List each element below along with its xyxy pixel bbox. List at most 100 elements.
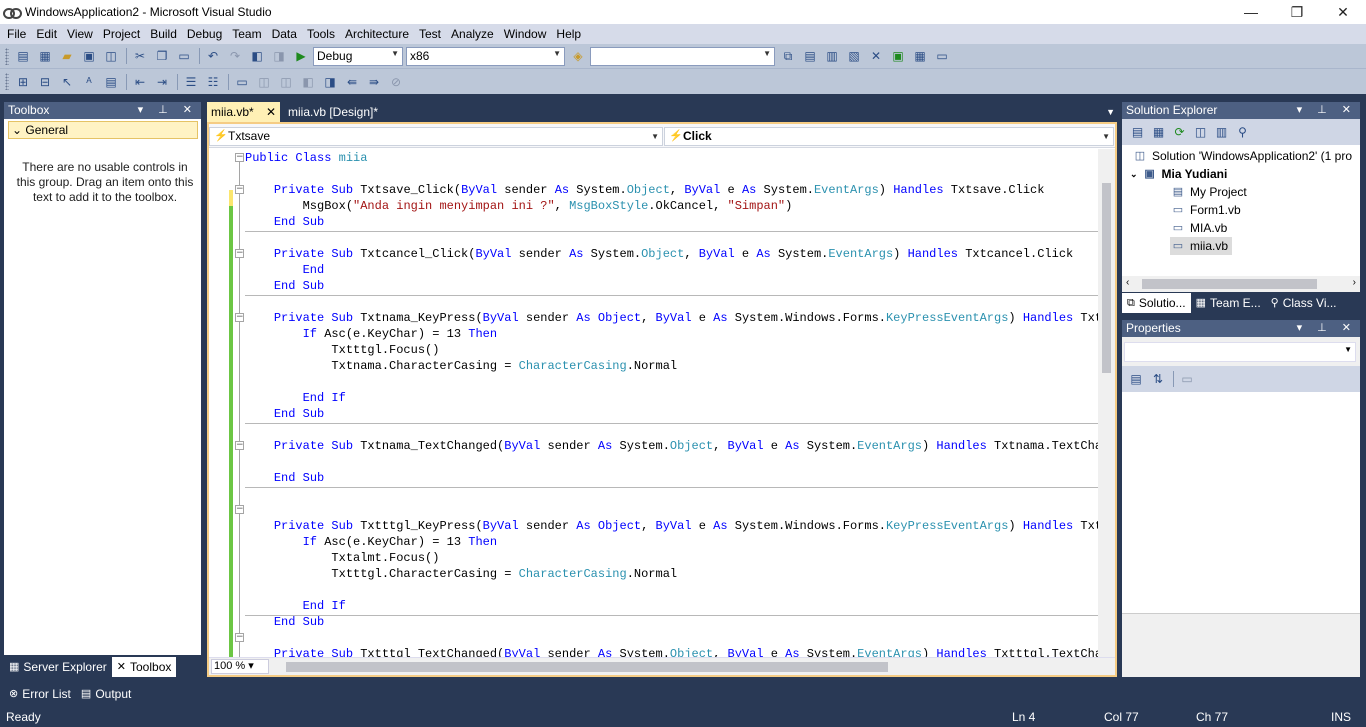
tab-solution-explorer[interactable]: ⧉ Solutio... — [1122, 293, 1191, 313]
tools-icon[interactable]: ✕ — [866, 46, 886, 66]
toolbar-grip[interactable] — [5, 73, 9, 90]
menu-edit[interactable]: Edit — [31, 25, 62, 43]
view-designer-icon[interactable]: ▥ — [1212, 122, 1231, 142]
menu-file[interactable]: File — [2, 25, 31, 43]
code-line[interactable]: If Asc(e.KeyChar) = 13 Then — [245, 534, 497, 550]
menu-debug[interactable]: Debug — [182, 25, 227, 43]
toolbox-group-general[interactable]: ⌄ General — [8, 121, 198, 139]
open-file-icon[interactable]: ▰ — [57, 46, 77, 66]
previous-bookmark-doc-icon[interactable]: ⇚ — [342, 72, 362, 92]
collapse-icon[interactable]: − — [235, 185, 244, 194]
maximize-button[interactable]: ❐ — [1274, 0, 1320, 24]
object-browser-icon[interactable]: ▥ — [822, 46, 842, 66]
next-bookmark-in-folder-icon[interactable]: ◨ — [320, 72, 340, 92]
scroll-right-icon[interactable]: › — [1353, 277, 1356, 288]
tree-item-form1[interactable]: ▭ Form1.vb — [1170, 201, 1241, 219]
toolbar-grip[interactable] — [5, 47, 9, 65]
menu-architecture[interactable]: Architecture — [340, 25, 414, 43]
code-line[interactable]: Txtalmt.Focus() — [245, 550, 439, 566]
code-line[interactable]: Private Sub Txtttgl_TextChanged(ByVal se… — [245, 646, 1099, 657]
code-line[interactable]: End If — [245, 390, 346, 406]
code-line[interactable]: If Asc(e.KeyChar) = 13 Then — [245, 326, 497, 342]
code-line[interactable]: End Sub — [245, 470, 324, 486]
code-line[interactable]: Private Sub Txtcancel_Click(ByVal sender… — [245, 246, 1073, 262]
properties-window-icon[interactable]: ▤ — [800, 46, 820, 66]
code-line[interactable]: Private Sub Txtsave_Click(ByVal sender A… — [245, 182, 1045, 198]
property-grid[interactable] — [1122, 392, 1360, 614]
uncomment-icon[interactable]: ☷ — [203, 72, 223, 92]
decrease-indent-icon[interactable]: ⇤ — [130, 72, 150, 92]
view-code-icon[interactable]: ◫ — [1191, 122, 1210, 142]
method-name-combo[interactable]: ⚡ Click ▼ — [664, 127, 1114, 146]
comment-icon[interactable]: ☰ — [181, 72, 201, 92]
code-line[interactable]: Public Class miia — [245, 150, 367, 166]
start-page-icon[interactable]: ▣ — [888, 46, 908, 66]
find-combo[interactable]: ▼ — [590, 46, 775, 66]
close-icon[interactable]: ✕ — [266, 102, 276, 122]
collapse-icon[interactable]: − — [235, 441, 244, 450]
categorized-icon[interactable]: ▤ — [1126, 369, 1146, 389]
code-line[interactable]: End — [245, 262, 325, 278]
start-debugging-icon[interactable]: ▶ — [291, 46, 311, 66]
tree-item-miia[interactable]: ▭ miia.vb — [1170, 237, 1233, 255]
undo-icon[interactable]: ↶ — [203, 46, 223, 66]
pane-controls[interactable]: ▾ ⊥ ✕ — [1297, 320, 1357, 337]
platform-combo[interactable]: x86 ▼ — [406, 46, 565, 66]
word-completion-icon[interactable]: ᴬ — [79, 72, 99, 92]
object-selector-combo[interactable]: ▼ — [1124, 342, 1356, 362]
clear-bookmarks-icon[interactable]: ⊘ — [386, 72, 406, 92]
menu-build[interactable]: Build — [145, 25, 182, 43]
pane-controls[interactable]: ▾ ⊥ ✕ — [138, 102, 198, 119]
tab-output[interactable]: ▤ Output — [76, 684, 136, 704]
code-line[interactable]: Txtttgl.Focus() — [245, 342, 439, 358]
previous-bookmark-icon[interactable]: ◫ — [254, 72, 274, 92]
toolbox-icon[interactable]: ▧ — [844, 46, 864, 66]
menu-analyze[interactable]: Analyze — [446, 25, 499, 43]
tree-item-my-project[interactable]: ▤ My Project — [1170, 183, 1247, 201]
tab-miia-vb[interactable]: miia.vb* ✕ — [207, 102, 280, 122]
save-icon[interactable]: ▣ — [79, 46, 99, 66]
menu-team[interactable]: Team — [227, 25, 266, 43]
code-line[interactable]: Private Sub Txtnama_KeyPress(ByVal sende… — [245, 310, 1099, 326]
vertical-scrollbar[interactable] — [1098, 149, 1115, 657]
code-line[interactable]: MsgBox("Anda ingin menyimpan ini ?", Msg… — [245, 198, 793, 214]
collapse-icon[interactable]: − — [235, 249, 244, 258]
menu-data[interactable]: Data — [267, 25, 302, 43]
code-editor[interactable]: ⚡ Txtsave ▼ ⚡ Click ▼ − − − − − − − Publ… — [207, 122, 1117, 677]
tab-error-list[interactable]: ⊗ Error List — [4, 684, 76, 704]
cut-icon[interactable]: ✂ — [130, 46, 150, 66]
save-all-icon[interactable]: ◫ — [101, 46, 121, 66]
code-line[interactable]: End If — [245, 598, 346, 614]
previous-bookmark-in-folder-icon[interactable]: ◧ — [298, 72, 318, 92]
property-pages-icon[interactable]: ▭ — [1177, 369, 1197, 389]
code-line[interactable]: End Sub — [245, 214, 324, 230]
configuration-combo[interactable]: Debug ▼ — [313, 46, 403, 66]
menu-view[interactable]: View — [62, 25, 98, 43]
show-all-files-icon[interactable]: ▦ — [1149, 122, 1168, 142]
object-members-icon[interactable]: ⊞ — [13, 72, 33, 92]
minimize-button[interactable]: — — [1228, 0, 1274, 24]
tab-miia-design[interactable]: miia.vb [Design]* — [284, 102, 378, 122]
scroll-thumb[interactable] — [1142, 279, 1317, 289]
close-button[interactable]: ✕ — [1320, 0, 1366, 24]
refresh-icon[interactable]: ⟳ — [1170, 122, 1189, 142]
menu-tools[interactable]: Tools — [302, 25, 340, 43]
code-line[interactable]: Txtttgl.CharacterCasing = CharacterCasin… — [245, 566, 677, 582]
tab-toolbox[interactable]: ✕ Toolbox — [111, 657, 177, 677]
collapse-icon[interactable]: − — [235, 313, 244, 322]
new-project-icon[interactable]: ▤ — [13, 46, 33, 66]
code-area[interactable]: − − − − − − − Public Class miia Private … — [209, 149, 1099, 657]
quick-info-icon[interactable]: ↖ — [57, 72, 77, 92]
parameter-info-icon[interactable]: ⊟ — [35, 72, 55, 92]
collapse-icon[interactable]: − — [235, 505, 244, 514]
code-line[interactable]: End Sub — [245, 406, 324, 422]
tab-class-view[interactable]: ⚲ Class Vi... — [1266, 293, 1342, 313]
display-quick-info-icon[interactable]: ▤ — [101, 72, 121, 92]
code-line[interactable]: Txtnama.CharacterCasing = CharacterCasin… — [245, 358, 677, 374]
code-line[interactable]: Private Sub Txtttgl_KeyPress(ByVal sende… — [245, 518, 1099, 534]
next-bookmark-icon[interactable]: ◫ — [276, 72, 296, 92]
code-line[interactable]: End Sub — [245, 278, 324, 294]
extension-manager-icon[interactable]: ▦ — [910, 46, 930, 66]
collapse-icon[interactable]: − — [235, 633, 244, 642]
solution-explorer-hscrollbar[interactable]: ‹ › — [1122, 276, 1360, 292]
